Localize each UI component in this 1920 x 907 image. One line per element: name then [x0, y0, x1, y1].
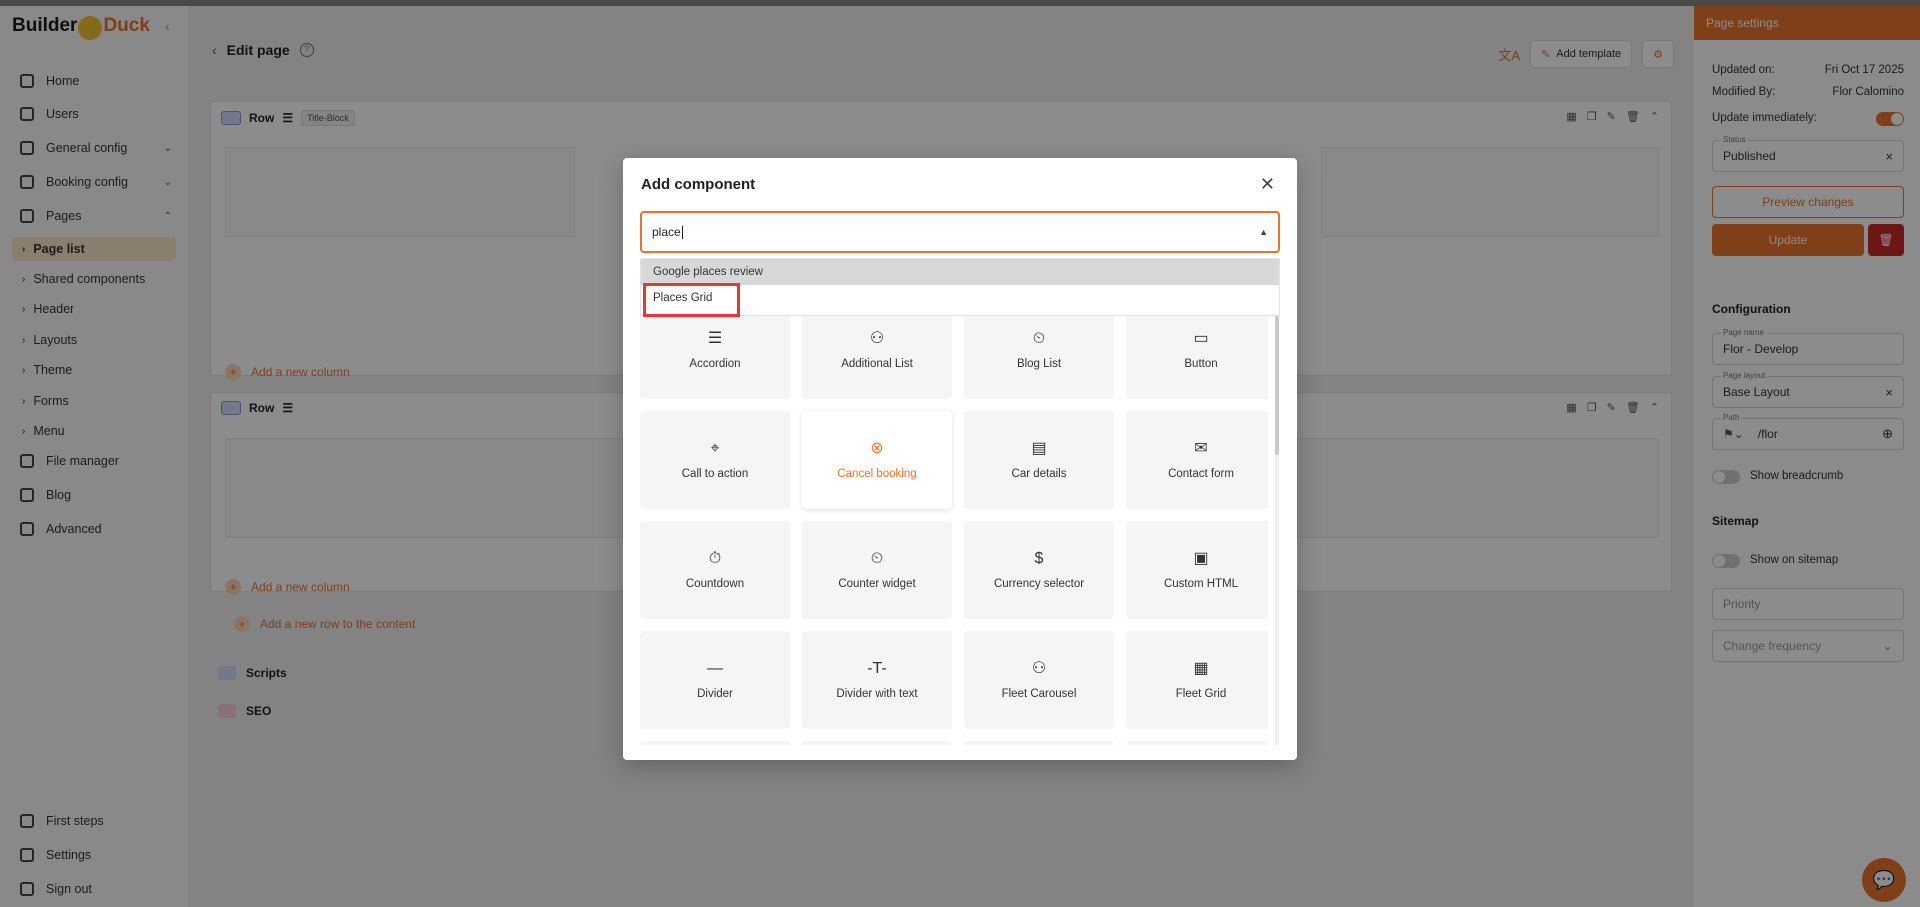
- component-card-button[interactable]: ▭ Button: [1126, 315, 1268, 399]
- search-dropdown: Google places review Places Grid: [640, 258, 1280, 317]
- component-icon: $: [1034, 550, 1044, 567]
- component-label: Additional List: [841, 358, 913, 370]
- add-component-modal: Add component ✕ place ▲ Google places re…: [623, 158, 1297, 760]
- component-card-partial[interactable]: [1126, 741, 1268, 745]
- component-label: Button: [1184, 358, 1218, 370]
- component-label: Counter widget: [838, 578, 916, 590]
- component-icon: ▦: [1193, 660, 1209, 677]
- component-card-call-to-action[interactable]: ⌖ Call to action: [640, 411, 790, 509]
- text-cursor: [681, 225, 683, 239]
- component-card-contact-form[interactable]: ✉ Contact form: [1126, 411, 1268, 509]
- component-card-partial[interactable]: [964, 741, 1114, 745]
- close-icon[interactable]: ✕: [1260, 174, 1275, 195]
- component-label: Contact form: [1168, 468, 1234, 480]
- component-card-cancel-booking[interactable]: ⊗ Cancel booking: [802, 411, 952, 509]
- scrollbar-thumb[interactable]: [1275, 315, 1279, 455]
- component-card-divider[interactable]: — Divider: [640, 631, 790, 729]
- component-card-car-details[interactable]: ▤ Car details: [964, 411, 1114, 509]
- component-label: Custom HTML: [1163, 578, 1239, 590]
- component-icon: ⊗: [870, 440, 884, 457]
- component-label: Currency selector: [993, 578, 1085, 590]
- component-grid: ☰ Accordion ⚇ Additional List ⏲ Blog List ▭ But…: [640, 315, 1268, 745]
- dropdown-option-google-places-review[interactable]: Google places review: [641, 259, 1279, 285]
- component-icon: ▤: [1031, 440, 1047, 457]
- component-icon: —: [707, 660, 723, 677]
- component-card-partial[interactable]: [802, 741, 952, 745]
- component-icon: ⚇: [869, 330, 885, 347]
- component-label: Call to action: [681, 468, 749, 480]
- window-top-bar: [0, 0, 1920, 6]
- component-card-additional-list[interactable]: ⚇ Additional List: [802, 315, 952, 399]
- component-icon: ⚇: [1031, 660, 1047, 677]
- component-icon: ⏱: [708, 550, 722, 567]
- component-icon: ⏲: [1032, 330, 1046, 347]
- component-card-blog-list[interactable]: ⏲ Blog List: [964, 315, 1114, 399]
- component-icon: ☰: [707, 330, 723, 347]
- component-card-counter-widget[interactable]: ⏲ Counter widget: [802, 521, 952, 619]
- component-card-fleet-grid[interactable]: ▦ Fleet Grid: [1126, 631, 1268, 729]
- component-icon: ▣: [1193, 550, 1209, 567]
- component-card-divider-with-text[interactable]: -T- Divider with text: [802, 631, 952, 729]
- component-icon: ⌖: [710, 440, 720, 457]
- component-label: Divider with text: [836, 688, 918, 700]
- caret-up-icon[interactable]: ▲: [1259, 227, 1268, 237]
- highlight-box: [643, 283, 740, 317]
- component-search-input[interactable]: place ▲: [640, 211, 1280, 253]
- modal-title: Add component: [641, 176, 756, 193]
- component-card-currency-selector[interactable]: $ Currency selector: [964, 521, 1114, 619]
- component-icon: -T-: [867, 660, 887, 677]
- component-card-accordion[interactable]: ☰ Accordion: [640, 315, 790, 399]
- search-value: place: [652, 225, 681, 239]
- component-label: Blog List: [1016, 358, 1062, 370]
- component-icon: ⏲: [870, 550, 884, 567]
- option-label: Google places review: [653, 266, 763, 278]
- component-label: Fleet Grid: [1175, 688, 1227, 700]
- component-label: Divider: [697, 688, 733, 700]
- component-icon: ▭: [1193, 330, 1209, 347]
- component-card-fleet-carousel[interactable]: ⚇ Fleet Carousel: [964, 631, 1114, 729]
- component-card-partial[interactable]: [640, 741, 790, 745]
- scrollbar[interactable]: [1275, 315, 1279, 745]
- component-label: Car details: [1011, 468, 1067, 480]
- component-card-custom-html[interactable]: ▣ Custom HTML: [1126, 521, 1268, 619]
- component-card-countdown[interactable]: ⏱ Countdown: [640, 521, 790, 619]
- component-label: Countdown: [685, 578, 745, 590]
- component-icon: ✉: [1194, 440, 1208, 457]
- component-label: Fleet Carousel: [1001, 688, 1077, 700]
- component-label: Cancel booking: [837, 468, 917, 480]
- component-label: Accordion: [689, 358, 741, 370]
